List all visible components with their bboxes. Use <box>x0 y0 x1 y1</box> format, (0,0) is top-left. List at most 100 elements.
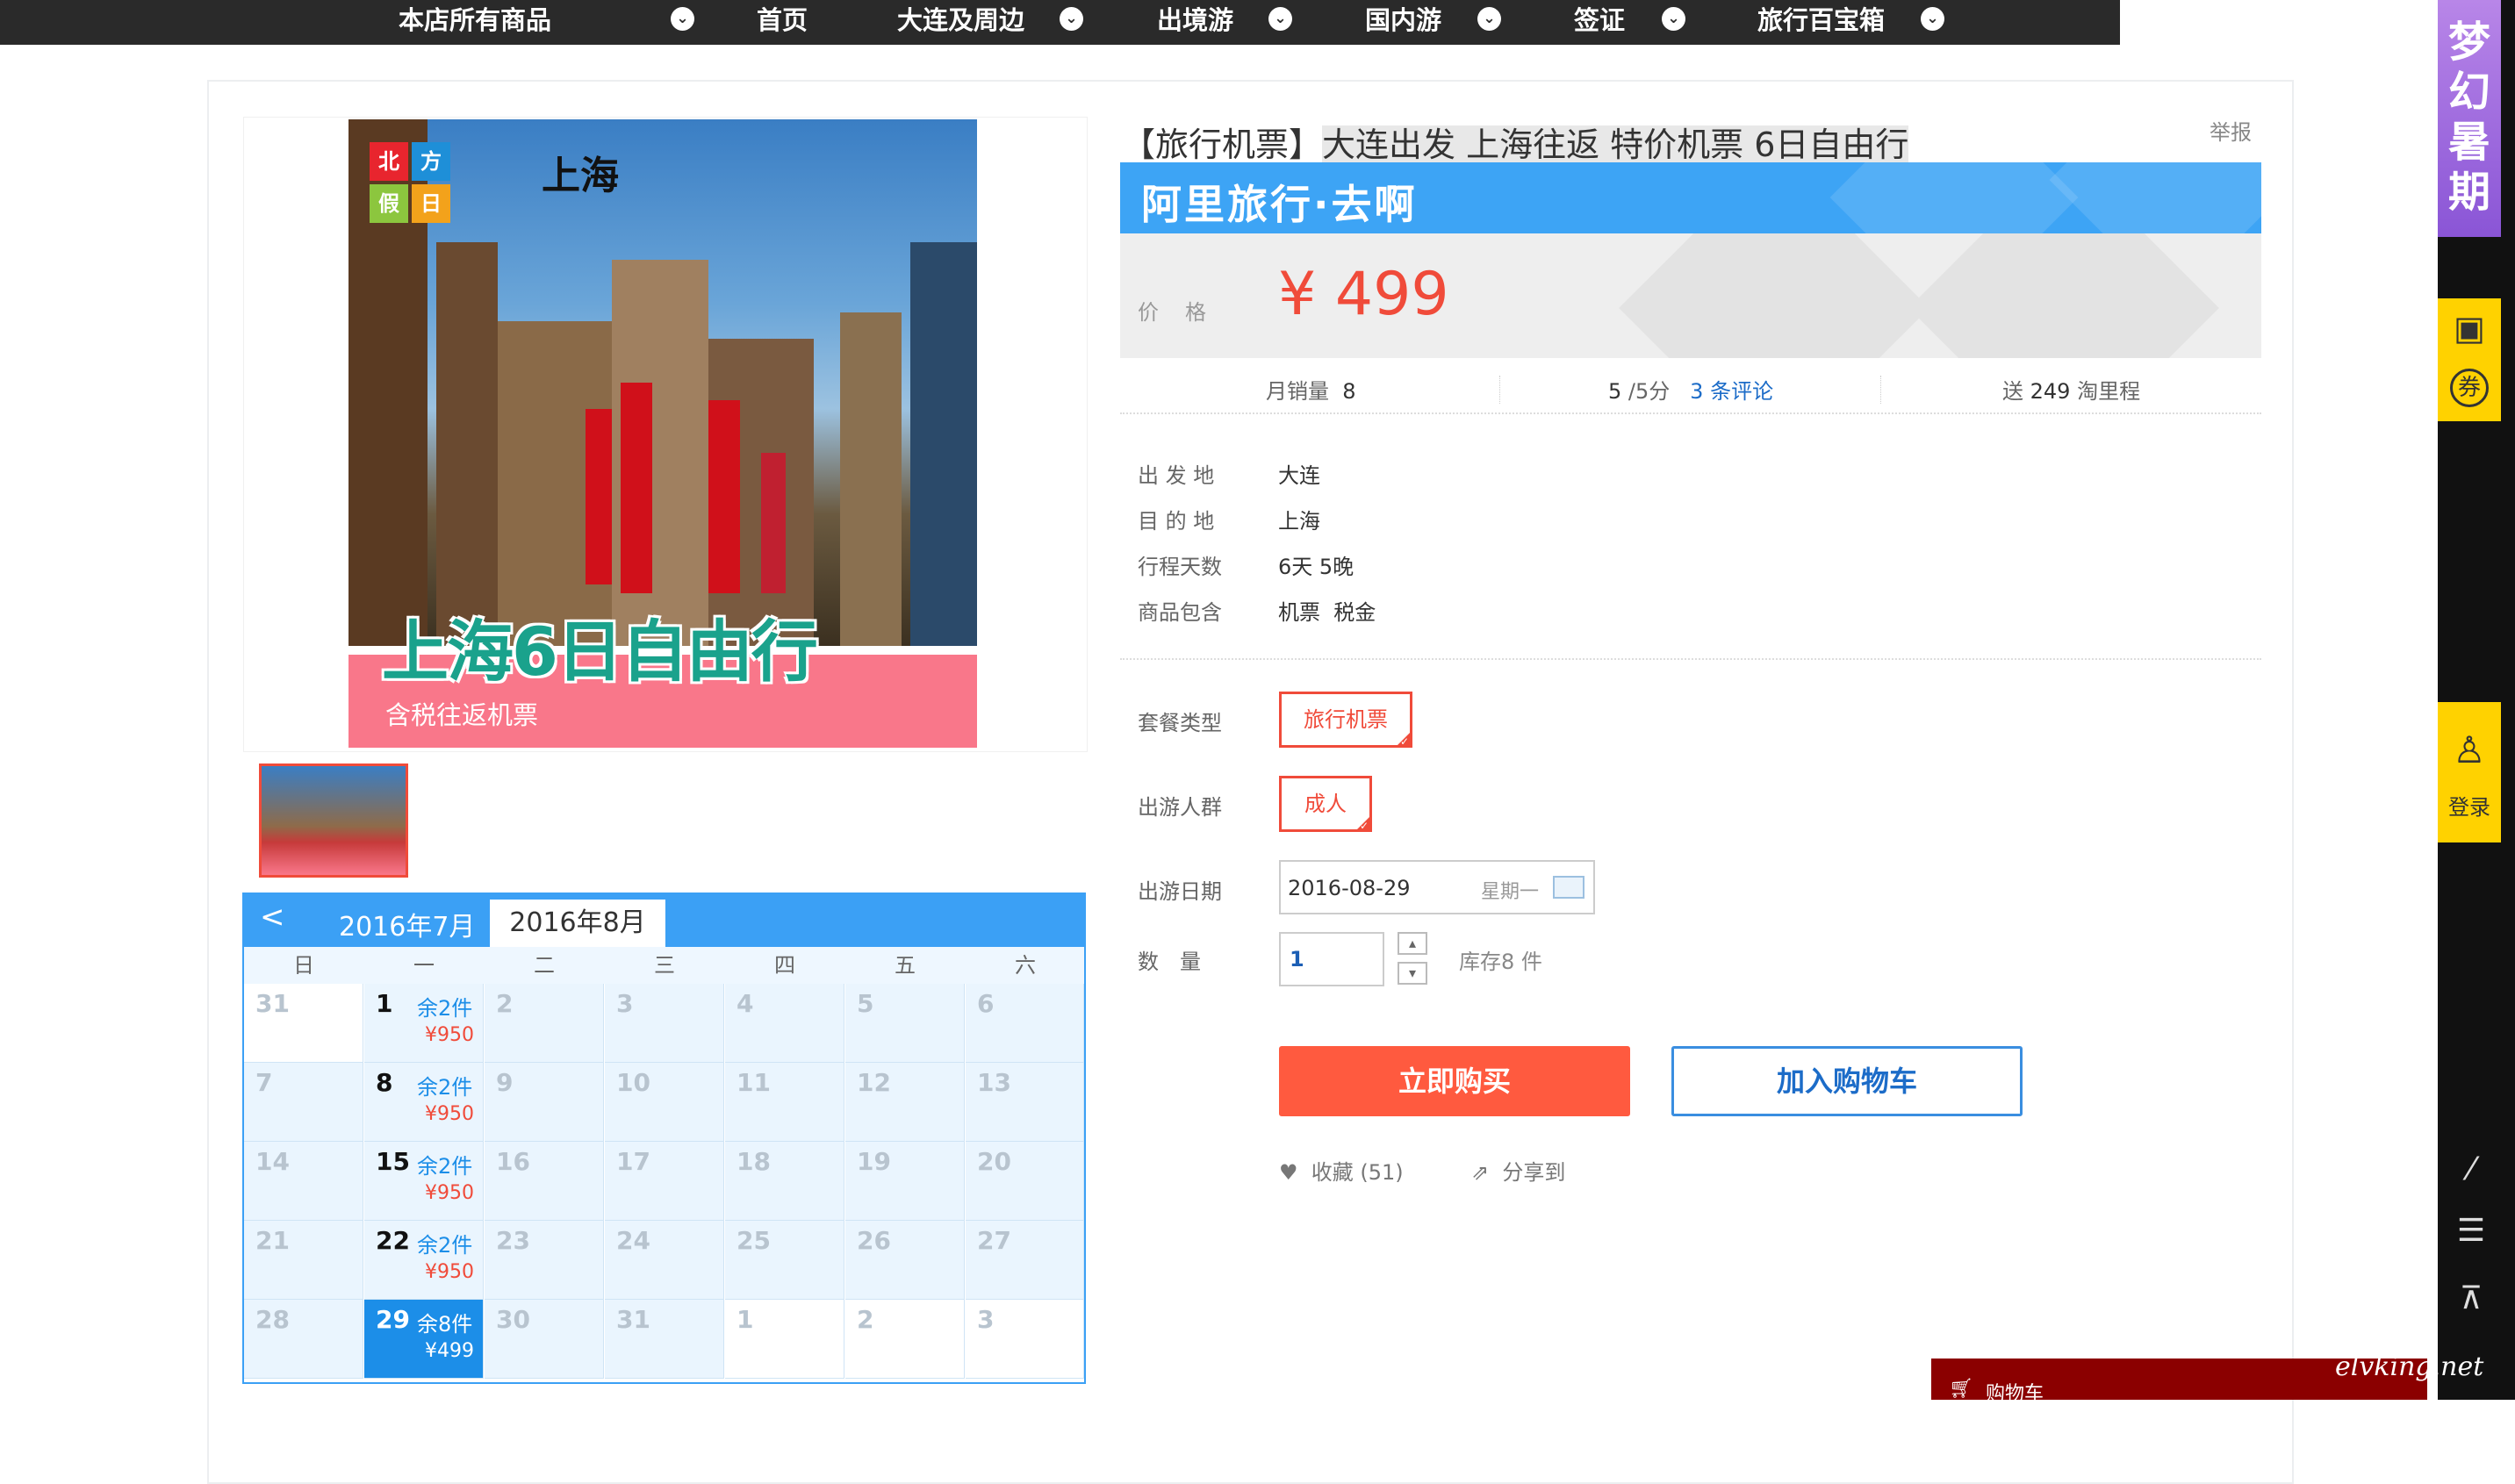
building-shape <box>840 312 902 646</box>
chevron-left-icon[interactable]: < <box>260 900 285 935</box>
nav-all-products[interactable]: 本店所有商品 <box>399 0 551 45</box>
calendar-day-cell: 19 <box>845 1142 965 1221</box>
quantity-decrease-button[interactable]: ▾ <box>1398 962 1427 985</box>
calendar-day-cell: 7 <box>244 1063 363 1142</box>
alitrip-banner: 阿里旅行·去啊 <box>1120 162 2261 233</box>
calendar-day-number: 18 <box>737 1147 771 1176</box>
tab-july[interactable]: 2016年7月 <box>339 905 475 943</box>
reviews-link[interactable]: 3 条评论 <box>1690 379 1773 404</box>
weekday-label: 四 <box>774 953 795 978</box>
nav-outbound[interactable]: 出境游 <box>1157 0 1233 45</box>
calendar-day-cell: 4 <box>725 984 844 1063</box>
calendar-day-number: 17 <box>616 1147 650 1176</box>
info-label-duration: 行程天数 <box>1138 555 1222 579</box>
calendar-day-cell[interactable]: 29 余8件 ¥499 <box>364 1300 484 1379</box>
calendar-day-number: 31 <box>255 989 290 1018</box>
banner-decoration <box>2049 162 2261 233</box>
check-icon: ✓ <box>1359 820 1369 832</box>
calendar-day-number: 16 <box>496 1147 530 1176</box>
calendar-day-number: 6 <box>977 989 995 1018</box>
share-link[interactable]: ⇗ 分享到 <box>1471 1155 1565 1186</box>
nav-visa[interactable]: 签证 <box>1574 0 1625 45</box>
calendar-day-number: 12 <box>857 1068 891 1097</box>
travel-date-field[interactable]: 星期一 <box>1279 860 1595 914</box>
nav-dalian[interactable]: 大连及周边 <box>897 0 1024 45</box>
calendar-day-cell: 2 <box>485 984 604 1063</box>
quantity-input[interactable] <box>1279 932 1384 986</box>
edit-icon[interactable]: ⁄ <box>2449 1148 2493 1192</box>
calendar-day-cell[interactable]: 1 余2件 ¥950 <box>364 984 484 1063</box>
travel-date-input[interactable] <box>1286 867 1465 909</box>
layout-icon[interactable]: ☰ <box>2449 1209 2493 1253</box>
calendar-day-cell[interactable]: 15 余2件 ¥950 <box>364 1142 484 1221</box>
calendar-day-cell: 31 <box>605 1300 724 1379</box>
calendar-day-number: 14 <box>255 1147 290 1176</box>
mileage-suffix: 淘里程 <box>2077 379 2141 404</box>
calendar-day-cell: 18 <box>725 1142 844 1221</box>
nav-home[interactable]: 首页 <box>757 0 808 45</box>
calendar-day-cell: 30 <box>485 1300 604 1379</box>
check-icon: ✓ <box>1399 735 1409 748</box>
bookmark-icon[interactable]: ▣ <box>2438 309 2501 348</box>
calendar-day-number: 3 <box>977 1305 995 1334</box>
calendar-day-number: 1 <box>737 1305 754 1334</box>
image-thumbnail[interactable] <box>259 764 408 878</box>
calendar-day-cell: 1 <box>725 1300 844 1379</box>
calendar-day-cell: 20 <box>966 1142 1084 1221</box>
calendar-day-cell: 9 <box>485 1063 604 1142</box>
top-nav: 本店所有商品 ⌄ 首页 大连及周边 ⌄ 出境游 ⌄ 国内游 ⌄ 签证 ⌄ 旅行百… <box>0 0 2120 45</box>
package-option-label: 旅行机票 <box>1304 707 1388 732</box>
nav-treasure[interactable]: 旅行百宝箱 <box>1757 0 1885 45</box>
mileage-prefix: 送 <box>2002 379 2023 404</box>
chevron-down-icon[interactable]: ⌄ <box>1662 7 1685 31</box>
calendar-day-cell: 14 <box>244 1142 363 1221</box>
tab-august[interactable]: 2016年8月 <box>490 900 665 947</box>
mileage-value: 249 <box>2030 379 2071 404</box>
calendar-day-number: 1 <box>376 989 393 1018</box>
calendar-day-price: ¥950 <box>425 1103 474 1125</box>
report-link[interactable]: 举报 <box>2210 115 2252 146</box>
calendar-day-stock: 余2件 <box>417 1075 473 1100</box>
calendar-day-cell[interactable]: 8 余2件 ¥950 <box>364 1063 484 1142</box>
chevron-down-icon[interactable]: ⌄ <box>671 7 694 31</box>
calendar-day-cell[interactable]: 22 余2件 ¥950 <box>364 1221 484 1300</box>
calendar-day-cell: 2 <box>845 1300 965 1379</box>
favorite-link[interactable]: ♥ 收藏 (51) <box>1279 1155 1404 1186</box>
chevron-down-icon[interactable]: ⌄ <box>1060 7 1083 31</box>
info-label-includes: 商品包含 <box>1138 600 1222 625</box>
calendar-day-number: 5 <box>857 989 874 1018</box>
main-product-image[interactable]: 北 方 假 日 上海 上海6日自由行 含税往返机票 <box>349 119 977 748</box>
add-to-cart-button[interactable]: 加入购物车 <box>1671 1046 2023 1116</box>
rating-score: 5 <box>1608 379 1622 404</box>
calendar-day-number: 19 <box>857 1147 891 1176</box>
traveler-group-label: 出游人群 <box>1138 795 1222 820</box>
summer-promo-banner[interactable]: 梦幻暑期 <box>2438 0 2501 237</box>
weekday-label: 一 <box>413 953 435 978</box>
calendar-icon[interactable] <box>1553 876 1584 899</box>
sidebar-login[interactable]: ♙ 登录 <box>2438 702 2501 842</box>
back-to-top-icon[interactable]: ⊼ <box>2449 1277 2493 1321</box>
chevron-down-icon[interactable]: ⌄ <box>1268 7 1292 31</box>
calendar-grid: 31 1 余2件 ¥950 2 3 4 5 6 7 8 余2件 ¥950 9 10 11 12 13 14 15 余2件… <box>242 984 1086 1384</box>
chevron-down-icon[interactable]: ⌄ <box>1921 7 1944 31</box>
coupon-icon[interactable]: 券 <box>2438 369 2501 407</box>
info-label-destination: 目 的 地 <box>1138 509 1215 534</box>
buy-now-button[interactable]: 立即购买 <box>1279 1046 1630 1116</box>
package-option-button[interactable]: 旅行机票 ✓ <box>1279 692 1412 748</box>
calendar-day-number: 2 <box>857 1305 874 1334</box>
calendar-day-number: 9 <box>496 1068 514 1097</box>
title-main: 大连出发 上海往返 特价机票 6日自由行 <box>1322 125 1909 164</box>
traveler-option-button[interactable]: 成人 ✓ <box>1279 776 1372 832</box>
image-city-text: 上海 <box>542 154 619 198</box>
quantity-increase-button[interactable]: ▴ <box>1398 932 1427 955</box>
travel-date-label: 出游日期 <box>1138 879 1222 904</box>
calendar-day-cell: 11 <box>725 1063 844 1142</box>
calendar-day-cell: 10 <box>605 1063 724 1142</box>
sidebar-quick-tools: ▣ 券 <box>2438 298 2501 421</box>
nav-domestic[interactable]: 国内游 <box>1365 0 1441 45</box>
price-label: 价格 <box>1138 300 1232 325</box>
chevron-down-icon[interactable]: ⌄ <box>1477 7 1501 31</box>
calendar-day-cell: 24 <box>605 1221 724 1300</box>
calendar-day-number: 10 <box>616 1068 650 1097</box>
calendar-day-stock: 余2件 <box>417 1233 473 1258</box>
